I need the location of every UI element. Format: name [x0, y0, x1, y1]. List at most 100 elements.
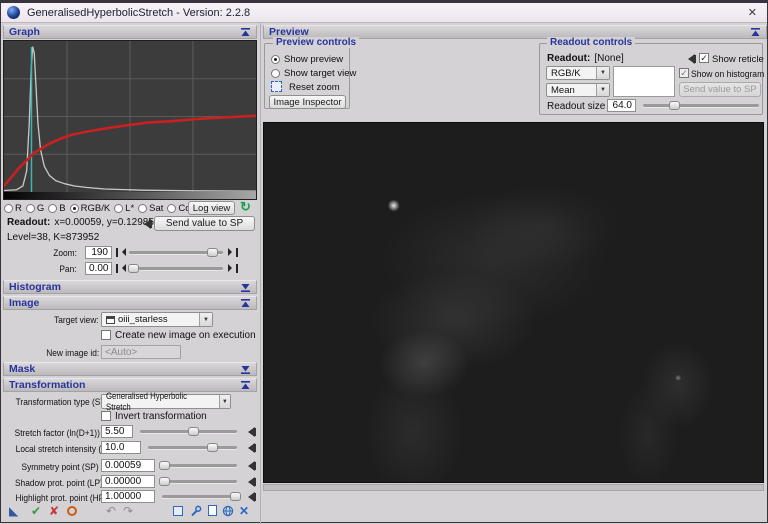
reset-readout-icon[interactable]	[139, 219, 152, 229]
chevron-down-icon[interactable]: ▼	[219, 395, 230, 408]
zoom-input[interactable]	[85, 246, 112, 259]
reset-icon[interactable]: ✕	[239, 505, 249, 517]
zoom-min-step-icon[interactable]	[116, 248, 126, 257]
globe-icon[interactable]	[222, 505, 234, 517]
stretch-factor-label: Stretch factor (ln(D+1))	[3, 428, 99, 439]
stretch-factor-input[interactable]	[101, 425, 133, 438]
channel-radio-g[interactable]: G	[26, 203, 44, 214]
local-intensity-input[interactable]	[101, 441, 141, 454]
slider-thumb[interactable]	[207, 248, 218, 257]
refresh-icon[interactable]: ↻	[240, 199, 251, 215]
pan-input[interactable]	[85, 262, 112, 275]
new-image-id-input[interactable]	[101, 345, 181, 359]
pan-slider[interactable]	[129, 262, 223, 275]
chevron-down-icon[interactable]: ▼	[596, 67, 609, 79]
slider-thumb[interactable]	[207, 443, 218, 452]
reset-reticle-icon[interactable]	[683, 54, 696, 64]
slider-thumb[interactable]	[230, 492, 241, 501]
apply-icon[interactable]: ✔	[31, 505, 41, 517]
shadow-protection-input[interactable]	[101, 475, 155, 488]
expand-down-icon[interactable]	[240, 282, 251, 293]
stretch-factor-slider[interactable]	[140, 425, 237, 438]
send-value-sp-button-right[interactable]: Send value to SP	[679, 82, 761, 97]
reset-shadow-protection-icon[interactable]	[243, 477, 256, 487]
symmetry-point-input[interactable]	[101, 459, 155, 472]
readout-size-label: Readout size	[547, 101, 605, 112]
shadow-protection-slider[interactable]	[162, 475, 237, 488]
invert-transformation-checkbox[interactable]	[101, 411, 111, 421]
invert-transformation-label: Invert transformation	[115, 411, 207, 422]
reset-stretch-factor-icon[interactable]	[243, 427, 256, 437]
transformation-type-select[interactable]: Generalised Hyperbolic Stretch ▼	[101, 394, 231, 409]
graph-section-header[interactable]: Graph	[3, 25, 257, 39]
expand-down-icon[interactable]	[240, 364, 251, 375]
readout-size-input[interactable]	[607, 99, 636, 112]
chevron-down-icon[interactable]: ▼	[596, 84, 609, 96]
reset-local-intensity-icon[interactable]	[243, 443, 256, 453]
window-title: GeneralisedHyperbolicStretch - Version: …	[27, 7, 250, 19]
send-value-sp-button[interactable]: Send value to SP	[154, 216, 255, 231]
slider-thumb[interactable]	[159, 477, 170, 486]
symmetry-point-slider[interactable]	[162, 459, 237, 472]
reset-zoom-icon[interactable]	[271, 81, 282, 92]
reset-symmetry-point-icon[interactable]	[243, 461, 256, 471]
slider-thumb[interactable]	[159, 461, 170, 470]
undo-icon[interactable]: ↶	[106, 505, 116, 517]
wrench-icon[interactable]	[190, 505, 202, 517]
realtime-preview-icon[interactable]	[67, 506, 77, 516]
channel-radio-sat[interactable]: Sat	[138, 203, 163, 214]
level-text: Level=38, K=873952	[7, 232, 99, 243]
histogram-section-header[interactable]: Histogram	[3, 280, 257, 294]
show-target-view-radio[interactable]: Show target view	[271, 68, 356, 79]
show-preview-radio[interactable]: Show preview	[271, 54, 343, 65]
zoom-max-step-icon[interactable]	[228, 248, 238, 257]
readout-size-slider[interactable]	[643, 99, 759, 112]
readout-channel-select[interactable]: RGB/K ▼	[546, 66, 610, 80]
channel-label: B	[59, 203, 65, 214]
highlight-protection-slider[interactable]	[162, 490, 237, 503]
selection-icon[interactable]	[173, 506, 183, 516]
horizontal-scrollbar[interactable]	[263, 484, 764, 491]
reset-highlight-protection-icon[interactable]	[243, 492, 256, 502]
show-on-histogram-checkbox[interactable]: ✓	[679, 68, 689, 78]
close-icon[interactable]: ✕	[744, 6, 761, 19]
channel-radio-r[interactable]: R	[4, 203, 22, 214]
image-inspector-button[interactable]: Image Inspector	[269, 95, 346, 109]
slider-thumb[interactable]	[669, 101, 680, 110]
cancel-icon[interactable]: ✘	[49, 505, 59, 517]
mask-section-header[interactable]: Mask	[3, 362, 257, 376]
log-view-button[interactable]: Log view	[188, 201, 235, 215]
pan-max-step-icon[interactable]	[228, 264, 238, 273]
readout-line: Readout: x=0.00059, y=0.12985	[7, 217, 154, 228]
image-section-header[interactable]: Image	[3, 296, 257, 310]
radio-icon	[114, 204, 123, 213]
chevron-down-icon[interactable]: ▼	[199, 313, 212, 326]
zoom-slider[interactable]	[129, 246, 223, 259]
collapse-up-icon[interactable]	[240, 380, 251, 391]
channel-label: G	[37, 203, 44, 214]
local-intensity-slider[interactable]	[148, 441, 237, 454]
show-reticle-checkbox[interactable]: ✓	[699, 53, 709, 63]
create-new-image-checkbox[interactable]	[101, 330, 111, 340]
new-document-icon[interactable]	[208, 505, 217, 516]
preview-image[interactable]	[263, 122, 764, 483]
new-instance-icon[interactable]: ◣	[9, 505, 18, 517]
symmetry-point-label: Symmetry point (SP)	[3, 462, 99, 473]
collapse-up-icon[interactable]	[240, 27, 251, 38]
pan-min-step-icon[interactable]	[116, 264, 126, 273]
target-view-select[interactable]: oiii_starless ▼	[101, 312, 213, 327]
slider-thumb[interactable]	[188, 427, 199, 436]
collapse-up-icon[interactable]	[750, 27, 761, 38]
channel-radio-l*[interactable]: L*	[114, 203, 134, 214]
channel-radio-rgbk[interactable]: RGB/K	[70, 203, 111, 214]
radio-icon	[271, 55, 280, 64]
redo-icon[interactable]: ↷	[123, 505, 133, 517]
highlight-protection-input[interactable]	[101, 490, 155, 503]
readout-stat-select[interactable]: Mean ▼	[546, 83, 610, 97]
show-on-histogram-label: Show on histogram	[691, 69, 768, 80]
channel-radio-b[interactable]: B	[48, 203, 65, 214]
channel-label: RGB/K	[81, 203, 111, 214]
app-icon	[7, 6, 20, 19]
slider-thumb[interactable]	[128, 264, 139, 273]
collapse-up-icon[interactable]	[240, 298, 251, 309]
